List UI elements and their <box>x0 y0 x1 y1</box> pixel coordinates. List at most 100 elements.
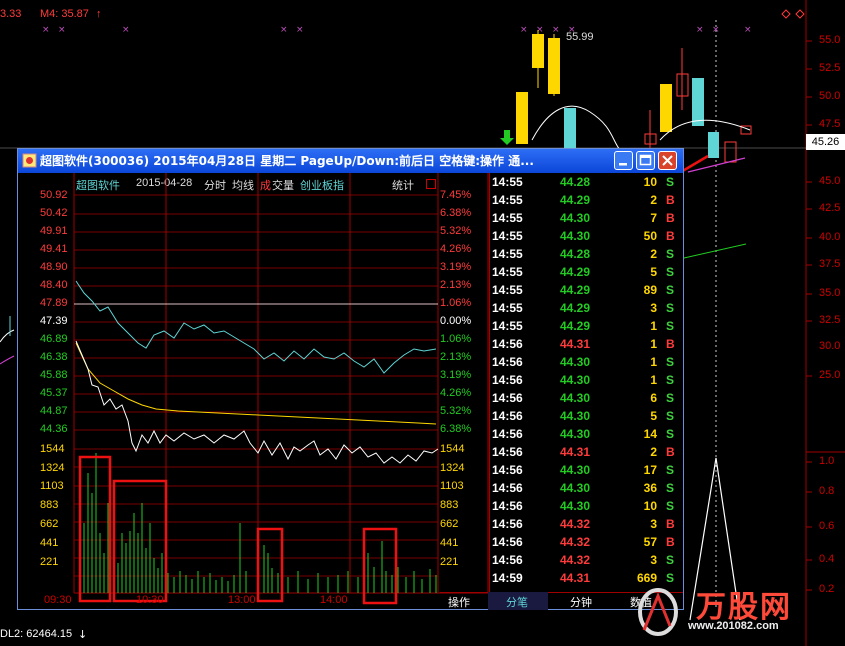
trade-side: S <box>666 427 675 441</box>
trade-row: 14:56 44.31 2 B <box>490 443 683 461</box>
popup-titlebar[interactable]: 超图软件(300036) 2015年04月28日 星期二 PageUp/Down… <box>18 149 683 173</box>
watermark-logo-icon <box>638 588 678 636</box>
pct-label: 5.32% <box>440 225 472 237</box>
trade-time: 14:55 <box>492 175 523 189</box>
trade-volume: 5 <box>650 409 657 423</box>
svg-text:×: × <box>520 25 528 35</box>
trade-row: 14:56 44.32 3 S <box>490 551 683 569</box>
price-tick: 52.5 <box>819 62 841 74</box>
trade-price: 44.32 <box>560 535 591 549</box>
trade-price: 44.30 <box>560 229 591 243</box>
trade-volume: 10 <box>643 175 657 189</box>
price-label: 44.36 <box>40 423 68 435</box>
trade-row: 14:55 44.29 1 S <box>490 317 683 335</box>
time-label: 13:00 <box>228 594 256 606</box>
maximize-button[interactable] <box>636 151 655 170</box>
trade-side: B <box>666 445 675 459</box>
trade-volume: 10 <box>643 499 657 513</box>
trade-price: 44.29 <box>560 319 591 333</box>
trade-time: 14:56 <box>492 463 523 477</box>
trade-side: B <box>666 535 675 549</box>
watermark: 万股网 www.201082.com <box>632 580 845 642</box>
trade-time: 14:56 <box>492 391 523 405</box>
tab-operate[interactable]: 操作 <box>448 594 470 610</box>
svg-text:×: × <box>696 25 704 35</box>
trade-side: S <box>666 265 675 279</box>
trade-price: 44.29 <box>560 283 591 297</box>
trade-price: 44.29 <box>560 265 591 279</box>
pct-label: 2.13% <box>440 279 472 291</box>
price-label: 44.87 <box>40 405 68 417</box>
vol-label-right: 1324 <box>440 462 465 474</box>
tick-trade-list[interactable]: 14:55 44.28 10 S 14:55 44.29 2 B 14:55 44.30 7 B 14:… <box>489 173 683 593</box>
trade-price: 44.31 <box>560 337 591 351</box>
trade-time: 14:55 <box>492 211 523 225</box>
volume-highlight-boxes <box>78 455 398 605</box>
price-line <box>75 340 439 464</box>
trade-price: 44.30 <box>560 211 591 225</box>
trade-price: 44.30 <box>560 427 591 441</box>
ma-arrow-icon: ↑ <box>96 8 102 20</box>
trade-time: 14:55 <box>492 301 523 315</box>
vol-label: 1544 <box>40 443 65 455</box>
trade-side: B <box>666 211 675 225</box>
trade-time: 14:55 <box>492 283 523 297</box>
svg-text:×: × <box>280 25 288 35</box>
intraday-popup-window[interactable]: 超图软件(300036) 2015年04月28日 星期二 PageUp/Down… <box>17 148 684 610</box>
pct-label: 2.13% <box>440 351 472 363</box>
price-tick: 42.5 <box>819 202 841 214</box>
trade-time: 14:56 <box>492 409 523 423</box>
app-icon <box>22 153 37 168</box>
trade-row: 14:55 44.29 2 B <box>490 191 683 209</box>
trade-side: S <box>666 373 675 387</box>
trade-time: 14:55 <box>492 247 523 261</box>
trade-volume: 2 <box>650 247 657 261</box>
maximize-icon <box>639 154 652 166</box>
trade-time: 14:59 <box>492 571 523 585</box>
close-button[interactable] <box>658 151 677 170</box>
trade-price: 44.30 <box>560 463 591 477</box>
tab-ticks[interactable]: 分笔 <box>506 594 528 610</box>
trade-row: 14:56 44.30 17 S <box>490 461 683 479</box>
trade-row: 14:56 44.30 36 S <box>490 479 683 497</box>
trade-volume: 7 <box>650 211 657 225</box>
trade-volume: 50 <box>643 229 657 243</box>
pct-label: 6.38% <box>440 423 472 435</box>
trade-row: 14:56 44.30 5 S <box>490 407 683 425</box>
trade-volume: 1 <box>650 355 657 369</box>
trade-volume: 57 <box>643 535 657 549</box>
price-label: 50.42 <box>40 207 68 219</box>
pct-label: 4.26% <box>440 243 472 255</box>
volume-tick: 0.8 <box>819 485 835 497</box>
trade-row: 14:55 44.29 5 S <box>490 263 683 281</box>
trade-time: 14:56 <box>492 535 523 549</box>
volume-tick: 0.4 <box>819 553 835 565</box>
trade-side: S <box>666 553 675 567</box>
trade-row: 14:55 44.29 89 S <box>490 281 683 299</box>
trade-volume: 36 <box>643 481 657 495</box>
trade-side: B <box>666 337 675 351</box>
pct-label: 1.06% <box>440 333 472 345</box>
trade-price: 44.30 <box>560 355 591 369</box>
trade-side: S <box>666 247 675 261</box>
trade-volume: 1 <box>650 337 657 351</box>
vol-label-right: 221 <box>440 556 459 568</box>
tab-minutes[interactable]: 分钟 <box>570 594 592 610</box>
time-label: 09:30 <box>44 594 72 606</box>
time-label: 10:30 <box>136 594 164 606</box>
trade-volume: 1 <box>650 319 657 333</box>
trade-price: 44.30 <box>560 391 591 405</box>
price-label: 48.90 <box>40 261 68 273</box>
price-tick: 50.0 <box>819 90 841 102</box>
minimize-button[interactable] <box>614 151 633 170</box>
trade-row: 14:56 44.30 6 S <box>490 389 683 407</box>
price-tick: 55.0 <box>819 34 841 46</box>
vol-label: 441 <box>40 537 59 549</box>
svg-text:×: × <box>42 25 50 35</box>
trade-price: 44.30 <box>560 481 591 495</box>
price-label: 46.38 <box>40 351 68 363</box>
signal-marks: × × × × × × × × × × × × <box>42 25 752 35</box>
trade-time: 14:56 <box>492 373 523 387</box>
trade-row: 14:55 44.28 2 S <box>490 245 683 263</box>
trade-volume: 6 <box>650 391 657 405</box>
